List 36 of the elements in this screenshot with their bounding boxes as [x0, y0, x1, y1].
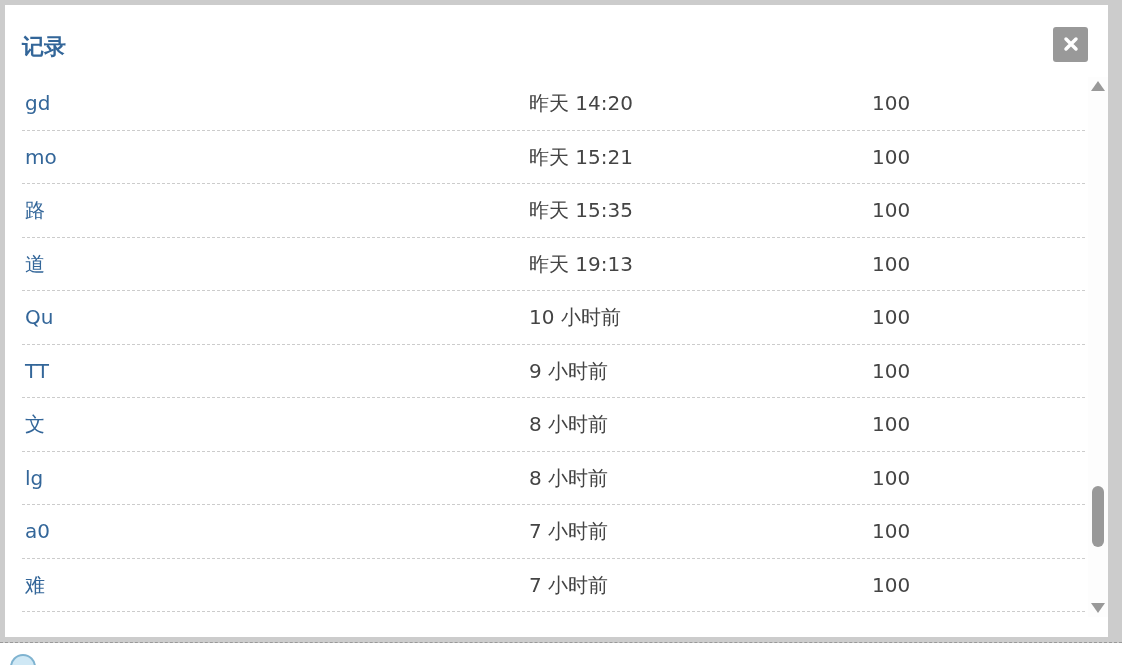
- time-cell-text: 8 小时前: [529, 411, 610, 439]
- scroll-down-icon[interactable]: [1091, 603, 1105, 613]
- time-cell-text: 昨天 15:21: [529, 143, 634, 171]
- score-cell-text: 100: [872, 143, 911, 171]
- user-link[interactable]: gd: [22, 88, 529, 119]
- time-cell-text: 7 小时前: [529, 518, 610, 546]
- user-link[interactable]: a0: [22, 516, 529, 547]
- scroll-up-icon[interactable]: [1091, 81, 1105, 91]
- user-link[interactable]: lg: [22, 462, 529, 493]
- score-cell-text: 100: [872, 411, 911, 439]
- time-cell-text: 昨天 19:13: [529, 250, 634, 278]
- score-cell-text: 100: [872, 464, 911, 492]
- dialog-title: 记录: [22, 32, 66, 61]
- time-cell-text: 10 小时前: [529, 304, 622, 332]
- user-link[interactable]: 难: [22, 569, 529, 600]
- user-link[interactable]: 道: [22, 248, 529, 279]
- scroll-thumb[interactable]: [1092, 486, 1104, 547]
- score-cell-text: 100: [872, 250, 911, 278]
- score-cell-text: 100: [872, 518, 911, 546]
- score-cell-text: 100: [872, 571, 911, 599]
- score-cell-text: 100: [872, 90, 911, 118]
- time-cell-text: 昨天 15:35: [529, 197, 634, 225]
- user-link[interactable]: 路: [22, 195, 529, 226]
- time-cell-text: 昨天 14:20: [529, 90, 634, 118]
- time-cell-text: 8 小时前: [529, 464, 610, 492]
- score-cell-text: 100: [872, 304, 911, 332]
- close-button[interactable]: [1053, 26, 1088, 62]
- score-cell-text: 100: [872, 197, 911, 225]
- user-link[interactable]: 文: [22, 409, 529, 440]
- user-link[interactable]: Qu: [22, 302, 529, 333]
- time-cell-text: 9 小时前: [529, 357, 610, 385]
- score-cell-text: 100: [872, 357, 911, 385]
- close-icon: [1062, 36, 1079, 52]
- user-link[interactable]: mo: [22, 141, 529, 172]
- time-cell-text: 7 小时前: [529, 571, 610, 599]
- user-link[interactable]: TT: [22, 355, 529, 386]
